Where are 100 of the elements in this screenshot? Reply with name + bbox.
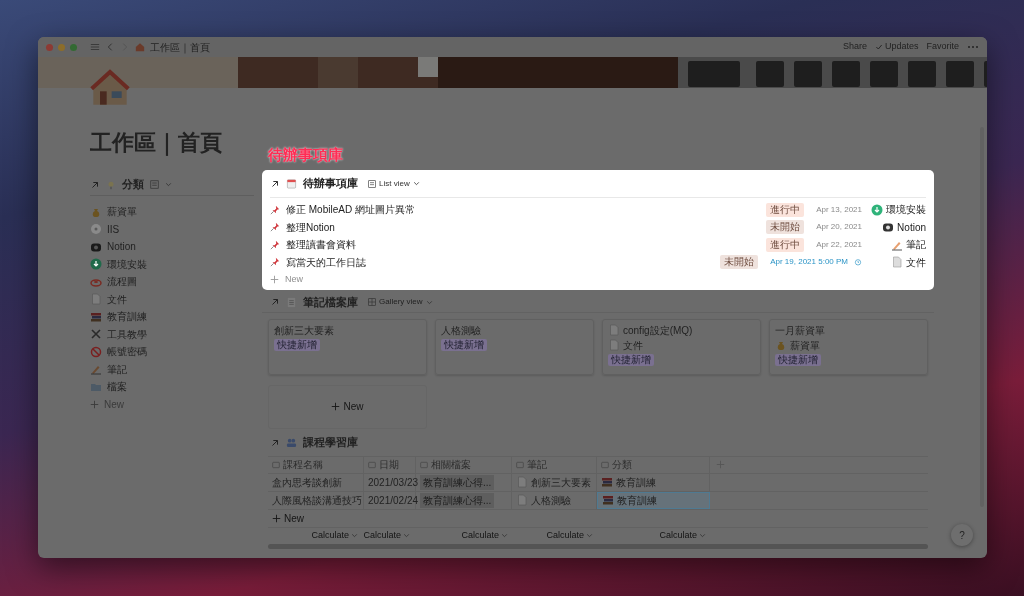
category-item[interactable]: 環境安裝 bbox=[90, 255, 262, 273]
list-view-icon bbox=[368, 179, 376, 188]
database-title: 筆記檔案庫 bbox=[303, 294, 358, 310]
status-tag: 未開始 bbox=[720, 255, 759, 270]
calculate-button[interactable]: Calculate bbox=[268, 528, 358, 543]
row-title: 寫當天的工作日誌 bbox=[286, 255, 366, 270]
date-text: Apr 19, 2021 5:00 PM bbox=[770, 256, 848, 269]
books-icon bbox=[602, 494, 614, 506]
status-tag: 未開始 bbox=[766, 220, 805, 235]
writing-hand-icon bbox=[90, 363, 102, 376]
table-cell: 人際風格談溝通技巧 bbox=[268, 491, 364, 509]
new-row-button[interactable]: New bbox=[270, 271, 926, 289]
grid-icon bbox=[368, 298, 376, 306]
list-view-icon bbox=[150, 180, 159, 189]
row-title: 整理讀書會資料 bbox=[286, 238, 356, 253]
toolbar-link[interactable]: Favorite bbox=[926, 40, 959, 54]
card-property: 薪資單 bbox=[790, 338, 820, 352]
date-text: Apr 22, 2021 bbox=[816, 238, 862, 251]
tag: 快捷新增 bbox=[441, 338, 487, 351]
download-icon bbox=[871, 203, 883, 216]
database-title: 待辦事項庫 bbox=[303, 176, 358, 192]
list-row[interactable]: 寫當天的工作日誌 未開始 Apr 19, 2021 5:00 PM 文件 bbox=[270, 253, 926, 271]
table-cell: 教育訓練 bbox=[597, 473, 710, 491]
table-cell: 2021/03/23 bbox=[364, 473, 416, 491]
caret-icon bbox=[403, 532, 410, 539]
arrow-icon bbox=[270, 437, 280, 448]
arrow-icon bbox=[270, 297, 280, 307]
document-icon bbox=[90, 293, 102, 306]
prohibited-icon bbox=[90, 345, 102, 358]
card-title: 創新三大要素 bbox=[274, 323, 335, 337]
category-item[interactable]: 筆記 bbox=[90, 360, 262, 378]
check-icon bbox=[874, 43, 883, 51]
calculate-button[interactable]: Calculate bbox=[593, 528, 706, 543]
zoom-button[interactable] bbox=[70, 43, 77, 51]
help-button[interactable]: ? bbox=[951, 524, 973, 546]
category-item[interactable]: 帳號密碼 bbox=[90, 343, 262, 361]
calculate-button[interactable]: Calculate bbox=[358, 528, 410, 543]
books-icon bbox=[90, 310, 102, 323]
books-icon bbox=[601, 476, 613, 488]
category-item[interactable]: 檔案 bbox=[90, 378, 262, 396]
caret-icon bbox=[699, 532, 706, 539]
row-title: 整理Notion bbox=[286, 220, 335, 235]
house-icon bbox=[90, 68, 130, 108]
section-title: 分類 bbox=[122, 177, 144, 193]
new-card-button[interactable]: New bbox=[268, 384, 427, 429]
database-title: 課程學習庫 bbox=[303, 435, 358, 451]
gallery-card[interactable]: 創新三大要素 快捷新增 bbox=[268, 318, 427, 375]
calendar-icon bbox=[286, 178, 297, 189]
alarm-clock-icon bbox=[854, 258, 862, 267]
caret-icon bbox=[165, 181, 172, 188]
list-row[interactable]: 整理讀書會資料 進行中 Apr 22, 2021 筆記 bbox=[270, 236, 926, 254]
category-item[interactable]: 教育訓練 bbox=[90, 308, 262, 326]
list-row[interactable]: 修正 MobileAD 網址圖片異常 進行中 Apr 13, 2021 環境安裝 bbox=[270, 201, 926, 219]
list-row[interactable]: 整理Notion 未開始 Apr 20, 2021 Notion bbox=[270, 218, 926, 236]
people-icon bbox=[286, 437, 297, 448]
download-icon bbox=[90, 258, 102, 271]
category-label: 環境安裝 bbox=[886, 203, 926, 218]
calculate-button[interactable]: Calculate bbox=[410, 528, 508, 543]
document-icon bbox=[516, 476, 528, 488]
gallery-card[interactable]: config設定(MQ) 文件 快捷新增 bbox=[602, 318, 761, 375]
plus-icon bbox=[272, 513, 281, 523]
row-title: 修正 MobileAD 網址圖片異常 bbox=[286, 203, 415, 218]
tag: 快捷新增 bbox=[775, 353, 821, 366]
category-label: Notion bbox=[897, 220, 926, 235]
category-item[interactable]: 文件 bbox=[90, 290, 262, 308]
view-switcher[interactable]: List view bbox=[368, 177, 420, 190]
close-button[interactable] bbox=[46, 43, 53, 51]
money-bag-icon bbox=[775, 339, 787, 351]
category-item[interactable]: 薪資單 bbox=[90, 203, 262, 221]
plus-icon bbox=[331, 402, 341, 411]
date-text: Apr 20, 2021 bbox=[816, 221, 862, 234]
camera-icon bbox=[882, 221, 895, 234]
caret-icon bbox=[425, 298, 433, 306]
calculate-button[interactable]: Calculate bbox=[508, 528, 593, 543]
pushpin-icon bbox=[270, 204, 280, 215]
document-icon bbox=[516, 494, 528, 506]
column-header[interactable]: 課程名稱 bbox=[268, 456, 364, 473]
notepad-icon bbox=[286, 296, 297, 308]
table-cell: 2021/02/24 bbox=[364, 491, 416, 509]
caret-icon bbox=[351, 532, 358, 539]
annotation-label: 待辦事項庫 bbox=[268, 146, 344, 164]
minimize-button[interactable] bbox=[58, 43, 65, 51]
tag: 快捷新增 bbox=[608, 353, 654, 366]
card-title: config設定(MQ) bbox=[608, 323, 755, 337]
menu-icon bbox=[90, 42, 100, 52]
plus-icon bbox=[270, 275, 279, 285]
bulb-icon bbox=[106, 179, 116, 190]
status-tag: 進行中 bbox=[766, 202, 805, 217]
card-property: 文件 bbox=[623, 338, 643, 352]
back-icon bbox=[105, 42, 115, 52]
view-switcher[interactable]: Gallery view bbox=[368, 296, 433, 308]
category-item[interactable]: Notion bbox=[90, 238, 262, 256]
house-icon bbox=[135, 42, 145, 52]
caret-icon bbox=[586, 532, 593, 539]
toolbar-link[interactable]: Updates bbox=[874, 40, 919, 54]
linked-page: 創新三大要素 bbox=[531, 475, 591, 490]
date-text: Apr 13, 2021 bbox=[816, 203, 862, 216]
tag: 快捷新增 bbox=[274, 338, 320, 351]
category-item[interactable]: IIS bbox=[90, 220, 262, 238]
new-row-button[interactable]: New bbox=[268, 509, 928, 528]
